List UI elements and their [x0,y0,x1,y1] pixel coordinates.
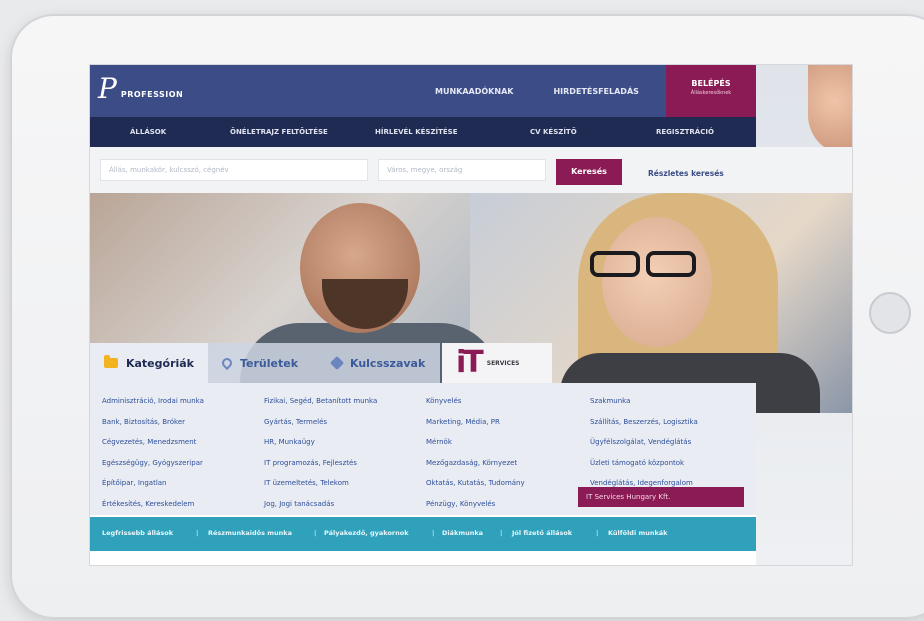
login-label: BELÉPÉS [691,79,731,88]
top-nav: MUNKAADÓKNAK HIRDETÉSFELADÁS [435,87,639,96]
tag-icon [329,355,345,371]
quick-link-separator: | [500,529,503,537]
tablet-screen: P PROFESSION MUNKAADÓKNAK HIRDETÉSFELADÁ… [90,65,852,565]
hero-woman-face [602,217,712,347]
tab-categories[interactable]: Kategóriák [90,343,208,383]
it-logo-sub: SERVICES [486,359,520,367]
category-link[interactable]: IT programozás, Fejlesztés [264,453,377,474]
category-column-4: Szakmunka Szállítás, Beszerzés, Logiszti… [590,391,698,494]
category-link[interactable]: Értékesítés, Kereskedelem [102,494,204,515]
category-link[interactable]: Bank, Biztosítás, Bróker [102,412,204,433]
category-link[interactable]: Egészségügy, Gyógyszeripar [102,453,204,474]
category-link[interactable]: Szakmunka [590,391,698,412]
location-pin-icon [219,355,235,371]
search-row: Állás, munkakör, kulcsszó, cégnév Város,… [90,147,852,193]
tablet-home-button[interactable] [869,292,911,334]
subnav-register[interactable]: REGISZTRÁCIÓ [656,128,714,136]
folder-icon [104,355,118,368]
category-link[interactable]: Mezőgazdaság, Környezet [426,453,525,474]
featured-employer-link[interactable]: IT Services Hungary Kft. [578,487,744,507]
quick-link-separator: | [432,529,435,537]
category-column-1: Adminisztráció, Irodai munka Bank, Bizto… [102,391,204,514]
category-link[interactable]: Gyártás, Termelés [264,412,377,433]
quick-link-separator: | [596,529,599,537]
tab-areas-label: Területek [240,356,299,370]
advanced-search-link[interactable]: Részletes keresés [648,169,724,178]
quick-link-separator: | [314,529,317,537]
quick-link-abroad[interactable]: Külföldi munkák [608,529,668,537]
keyword-search-input[interactable]: Állás, munkakör, kulcsszó, cégnév [100,159,368,181]
quick-link-wellpaid[interactable]: Jól fizető állások [512,529,572,537]
category-link[interactable]: Szállítás, Beszerzés, Logisztika [590,412,698,433]
sub-nav: ÁLLÁSOK ÖNÉLETRAJZ FELTÖLTÉSE HÍRLEVÉL K… [90,117,756,147]
quick-link-student[interactable]: Diákmunka [442,529,483,537]
category-link[interactable]: Mérnök [426,432,525,453]
it-logo-mark: iT [456,345,484,380]
tab-keywords-label: Kulcsszavak [350,356,426,370]
tab-areas[interactable]: Területek [208,343,318,383]
brand-name: PROFESSION [120,89,184,99]
subnav-cv-upload[interactable]: ÖNÉLETRAJZ FELTÖLTÉSE [230,128,328,136]
category-link[interactable]: Adminisztráció, Irodai munka [102,391,204,412]
quick-links-bar: Legfrissebb állások | Részmunkaidős munk… [90,517,756,551]
tab-categories-label: Kategóriák [125,356,194,370]
header-bar: P PROFESSION MUNKAADÓKNAK HIRDETÉSFELADÁ… [90,65,756,117]
category-link[interactable]: IT üzemeltetés, Telekom [264,473,377,494]
quick-link-latest[interactable]: Legfrissebb állások [102,529,173,537]
logo-icon: P [98,72,117,105]
quick-link-parttime[interactable]: Részmunkaidős munka [208,529,292,537]
category-link[interactable]: Könyvelés [426,391,525,412]
login-sublabel: Álláskeresőknek [690,90,732,96]
login-button[interactable]: BELÉPÉS Álláskeresőknek [666,65,756,117]
category-link[interactable]: Marketing, Média, PR [426,412,525,433]
category-link[interactable]: Ügyfélszolgálat, Vendéglátás [590,432,698,453]
category-link[interactable]: Üzleti támogató központok [590,453,698,474]
category-link[interactable]: Fizikai, Segéd, Betanított munka [264,391,377,412]
category-link[interactable]: Cégvezetés, Menedzsment [102,432,204,453]
category-column-2: Fizikai, Segéd, Betanított munka Gyártás… [264,391,377,514]
nav-employers[interactable]: MUNKAADÓKNAK [435,87,513,96]
category-tabs: Kategóriák Területek Kulcsszavak [90,343,440,383]
location-search-input[interactable]: Város, megye, ország [378,159,546,181]
category-link[interactable]: Építőipar, Ingatlan [102,473,204,494]
search-button[interactable]: Keresés [556,159,622,185]
quick-link-graduate[interactable]: Pályakezdő, gyakornok [324,529,409,537]
subnav-newsletter[interactable]: HÍRLEVÉL KÉSZÍTÉSE [375,128,458,136]
category-link[interactable]: Oktatás, Kutatás, Tudomány [426,473,525,494]
subnav-jobs[interactable]: ÁLLÁSOK [130,128,166,136]
subnav-cv-builder[interactable]: CV KÉSZÍTŐ [530,128,577,136]
glasses-icon [590,251,702,277]
brand-logo[interactable]: P PROFESSION [98,75,183,103]
category-link[interactable]: Jog, Jogi tanácsadás [264,494,377,515]
tab-keywords[interactable]: Kulcsszavak [318,343,440,383]
nav-post-ad[interactable]: HIRDETÉSFELADÁS [553,87,638,96]
category-column-3: Könyvelés Marketing, Média, PR Mérnök Me… [426,391,525,514]
it-services-logo[interactable]: iT SERVICES [442,343,552,383]
category-link[interactable]: HR, Munkaügy [264,432,377,453]
category-link[interactable]: Pénzügy, Könyvelés [426,494,525,515]
quick-link-separator: | [196,529,199,537]
